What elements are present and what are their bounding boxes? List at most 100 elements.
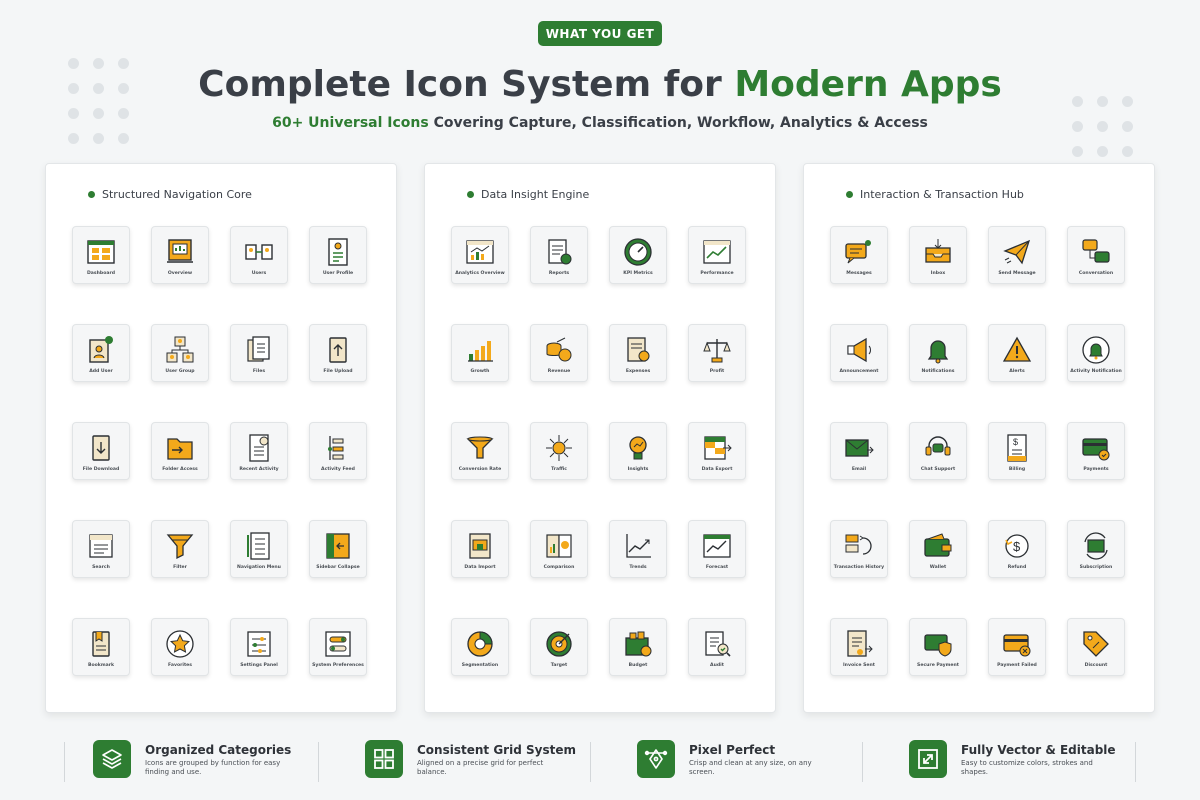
- panel-title-text: Structured Navigation Core: [102, 188, 252, 201]
- icon-tile: Email: [830, 422, 888, 480]
- icon-tile: Payments: [1067, 422, 1125, 480]
- feature-consistent-grid: Consistent Grid System Aligned on a preci…: [365, 740, 576, 778]
- icon-label: System Preferences: [312, 663, 364, 668]
- icon-tile: $ Billing: [988, 422, 1046, 480]
- icon-label: Email: [851, 467, 867, 472]
- icon-tile: Send Message: [988, 226, 1046, 284]
- resize-icon: [909, 740, 947, 778]
- icon-tile: Settings Panel: [230, 618, 288, 676]
- file-upload-icon: [329, 337, 347, 363]
- icon-label: User Profile: [322, 271, 354, 276]
- icon-tile: Bookmark: [72, 618, 130, 676]
- icon-tile: Folder Access: [151, 422, 209, 480]
- kpi-metrics-icon: [624, 238, 652, 266]
- icon-label: Favorites: [167, 663, 192, 668]
- bullet-dot-icon: [467, 191, 474, 198]
- divider: [318, 742, 319, 782]
- users-icon: [245, 244, 273, 260]
- icon-tile: Recent Activity: [230, 422, 288, 480]
- dot: [68, 133, 79, 144]
- divider: [862, 742, 863, 782]
- insights-icon: [629, 436, 647, 460]
- discount-icon: [1083, 631, 1109, 657]
- overview-icon: [167, 239, 193, 263]
- icon-label: Dashboard: [86, 271, 115, 276]
- page-subtitle: 60+ Universal Icons Covering Capture, Cl…: [0, 115, 1200, 131]
- svg-text:$: $: [1013, 539, 1021, 554]
- bookmark-icon: [92, 631, 110, 657]
- icon-label: Messages: [846, 271, 872, 276]
- panel-title: Data Insight Engine: [467, 188, 589, 201]
- icon-tile: KPI Metrics: [609, 226, 667, 284]
- icon-tile: Sidebar Collapse: [309, 520, 367, 578]
- feature-bar: Organized Categories Icons are grouped by…: [0, 736, 1200, 796]
- icon-tile: File Download: [72, 422, 130, 480]
- icon-tile: Budget: [609, 618, 667, 676]
- icon-label: Wallet: [929, 565, 947, 570]
- icon-tile: Transaction History: [830, 520, 888, 578]
- icon-tile: Files: [230, 324, 288, 382]
- icon-tile: Navigation Menu: [230, 520, 288, 578]
- page-title-accent: Modern Apps: [734, 64, 1002, 105]
- icon-label: Insights: [627, 467, 649, 472]
- icon-tile: Growth: [451, 324, 509, 382]
- feature-title: Organized Categories: [145, 743, 292, 757]
- recent-activity-icon: [249, 434, 269, 462]
- icon-tile: Forecast: [688, 520, 746, 578]
- icon-tile: Dashboard: [72, 226, 130, 284]
- reports-icon: [548, 239, 572, 265]
- icon-label: Budget: [628, 663, 648, 668]
- dashboard-icon: [87, 240, 115, 264]
- icon-label: File Upload: [323, 369, 353, 374]
- layers-icon: [93, 740, 131, 778]
- files-icon: [247, 336, 270, 362]
- icon-label: Payments: [1083, 467, 1109, 472]
- icon-tile: Inbox: [909, 226, 967, 284]
- icon-label: Search: [92, 565, 110, 570]
- icon-grid: Analytics Overview Reports KPI Metrics Perf…: [451, 226, 746, 676]
- payment-failed-icon: [1003, 634, 1031, 657]
- data-export-icon: [704, 436, 732, 460]
- icon-label: Analytics Overview: [455, 271, 505, 276]
- icon-tile: Performance: [688, 226, 746, 284]
- bullet-dot-icon: [846, 191, 853, 198]
- icon-label: Traffic: [551, 467, 567, 472]
- expenses-icon: [627, 337, 650, 362]
- divider: [64, 742, 65, 782]
- feature-fully-vector: Fully Vector & Editable Easy to customize…: [909, 740, 1116, 778]
- icon-label: Forecast: [705, 565, 729, 570]
- revenue-icon: [546, 337, 572, 362]
- refund-icon: $: [1005, 534, 1029, 558]
- comparison-icon: [546, 534, 572, 558]
- icon-label: Profit: [709, 369, 725, 374]
- icon-label: User Group: [165, 369, 195, 374]
- what-you-get-badge: WHAT YOU GET: [538, 21, 662, 46]
- forecast-icon: [703, 534, 731, 558]
- icon-tile: Add User: [72, 324, 130, 382]
- icon-tile: Announcement: [830, 324, 888, 382]
- inbox-icon: [925, 239, 951, 263]
- system-preferences-icon: [325, 631, 351, 657]
- page-title: Complete Icon System for Modern Apps: [0, 64, 1200, 105]
- dot: [1097, 146, 1108, 157]
- icon-tile: File Upload: [309, 324, 367, 382]
- budget-icon: [625, 631, 652, 657]
- dot: [1122, 146, 1133, 157]
- filter-icon: [166, 534, 194, 560]
- icon-tile: Insights: [609, 422, 667, 480]
- favorites-icon: [166, 630, 194, 658]
- feature-organized-categories: Organized Categories Icons are grouped by…: [93, 740, 291, 778]
- activity-feed-icon: [328, 436, 344, 460]
- panel-title: Interaction & Transaction Hub: [846, 188, 1024, 201]
- icon-tile: Profit: [688, 324, 746, 382]
- icon-label: Comparison: [543, 565, 575, 570]
- icon-label: Segmentation: [461, 663, 499, 668]
- icon-label: Overview: [167, 271, 193, 276]
- pen-tool-icon: [637, 740, 675, 778]
- icon-tile: Discount: [1067, 618, 1125, 676]
- icon-label: Settings Panel: [240, 663, 278, 668]
- icon-label: Trends: [629, 565, 647, 570]
- feature-title: Consistent Grid System: [417, 743, 576, 757]
- panel-title: Structured Navigation Core: [88, 188, 252, 201]
- icon-label: Target: [550, 663, 568, 668]
